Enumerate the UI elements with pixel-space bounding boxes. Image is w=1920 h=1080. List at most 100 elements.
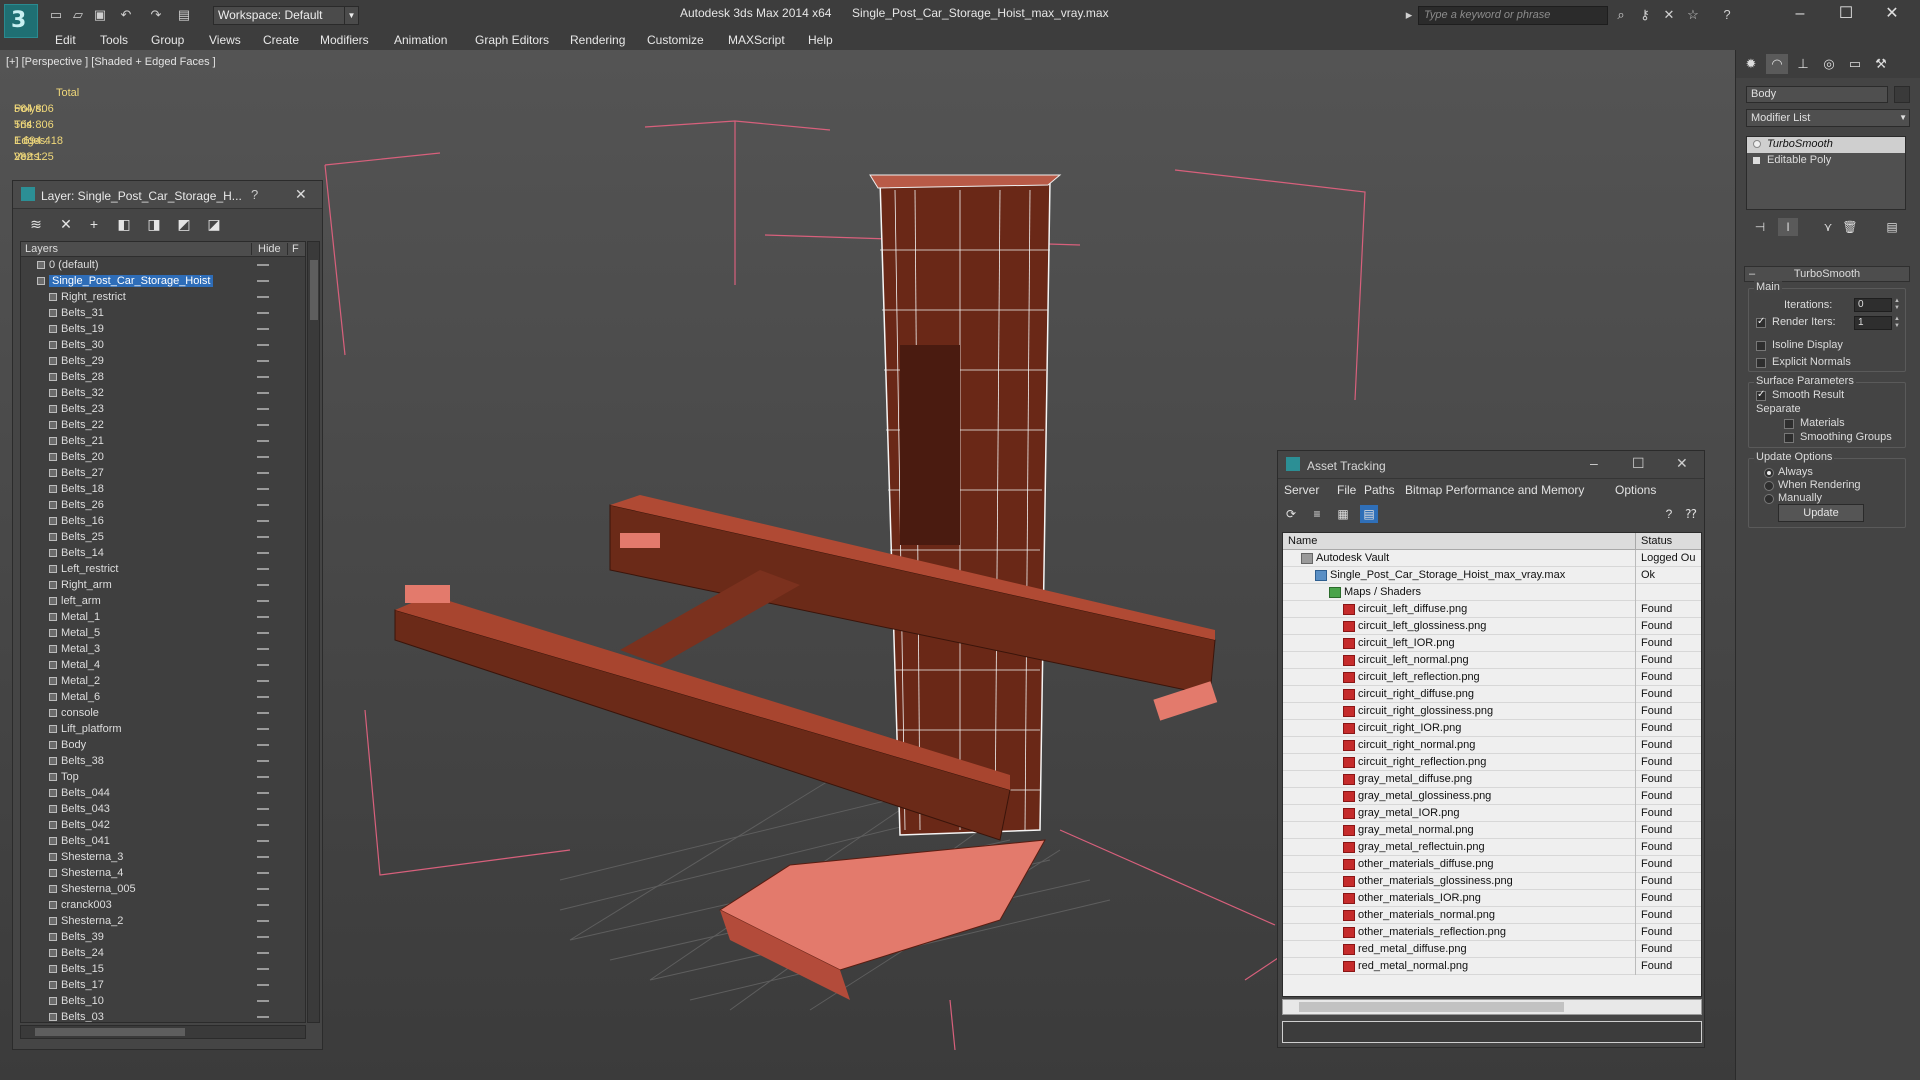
hide-toggle[interactable] [257,664,269,666]
hide-toggle[interactable] [257,312,269,314]
layer-item[interactable]: Belts_28 [21,369,305,385]
hide-toggle[interactable] [257,872,269,874]
object-name-field[interactable]: Body [1746,86,1888,103]
key-icon[interactable]: ⚷ [1636,6,1654,24]
menu-animation[interactable]: Animation [394,33,447,47]
close-icon[interactable]: ✕ [295,186,307,203]
layer-item[interactable]: left_arm [21,593,305,609]
layer-item[interactable]: Metal_2 [21,673,305,689]
show-end-result-icon[interactable]: I [1778,218,1798,236]
layer-item[interactable]: Belts_042 [21,817,305,833]
asset-menu-file[interactable]: File [1337,483,1356,497]
hide-toggle[interactable] [257,392,269,394]
asset-path-field[interactable] [1282,1021,1702,1043]
hide-toggle[interactable] [257,968,269,970]
menu-edit[interactable]: Edit [55,33,76,47]
smoothing-groups-checkbox[interactable] [1784,433,1794,443]
layer-item[interactable]: Shesterna_2 [21,913,305,929]
maximize-button[interactable]: ☐ [1826,3,1866,25]
hide-toggle[interactable] [257,616,269,618]
hide-toggle[interactable] [257,264,269,266]
asset-row[interactable]: other_materials_reflection.png Found [1283,924,1701,941]
layer-item[interactable]: Belts_15 [21,961,305,977]
asset-menu-server[interactable]: Server [1284,483,1319,497]
expand-icon[interactable] [1753,157,1760,164]
hide-toggle[interactable] [257,424,269,426]
layer-item[interactable]: Metal_1 [21,609,305,625]
layer-item[interactable]: Metal_4 [21,657,305,673]
hide-toggle[interactable] [257,520,269,522]
layer-explorer-titlebar[interactable]: Layer: Single_Post_Car_Storage_H... ? ✕ [13,181,322,209]
hide-toggle[interactable] [257,376,269,378]
layer-item[interactable]: Shesterna_4 [21,865,305,881]
hide-toggle[interactable] [257,584,269,586]
explicit-normals-checkbox[interactable] [1756,358,1766,368]
layers-column-header[interactable]: Layers [25,243,58,255]
asset-row[interactable]: other_materials_normal.png Found [1283,907,1701,924]
layer-item[interactable]: Belts_16 [21,513,305,529]
layer-item[interactable]: Belts_043 [21,801,305,817]
binoculars-icon[interactable]: ⌕ [1612,6,1630,24]
save-file-icon[interactable]: ▣ [92,7,108,23]
menu-customize[interactable]: Customize [647,33,704,47]
spinner-arrows-icon[interactable]: ▲ ▼ [1893,316,1901,330]
hide-toggle[interactable] [257,488,269,490]
asset-row[interactable]: circuit_right_diffuse.png Found [1283,686,1701,703]
menu-rendering[interactable]: Rendering [570,33,625,47]
configure-modifier-sets-icon[interactable]: ▤ [1882,218,1902,236]
modifier-list-dropdown[interactable]: Modifier List ▼ [1746,109,1910,127]
layer-item[interactable]: Body [21,737,305,753]
status-column-header[interactable]: Status [1635,533,1672,550]
asset-row[interactable]: other_materials_glossiness.png Found [1283,873,1701,890]
isoline-display-checkbox[interactable] [1756,341,1766,351]
layer-item[interactable]: Belts_32 [21,385,305,401]
motion-tab-icon[interactable]: ◎ [1818,54,1840,74]
hide-toggle[interactable] [257,808,269,810]
hide-toggle[interactable] [257,456,269,458]
when-rendering-radio[interactable] [1764,481,1774,491]
hide-toggle[interactable] [257,536,269,538]
layer-item[interactable]: Belts_24 [21,945,305,961]
menu-views[interactable]: Views [209,33,241,47]
asset-row[interactable]: circuit_right_IOR.png Found [1283,720,1701,737]
hide-toggle[interactable] [257,728,269,730]
asset-row[interactable]: red_metal_normal.png Found [1283,958,1701,975]
asset-row[interactable]: Single_Post_Car_Storage_Hoist_max_vray.m… [1283,567,1701,584]
hide-toggle[interactable] [257,696,269,698]
layer-item[interactable]: Top [21,769,305,785]
asset-row[interactable]: circuit_right_reflection.png Found [1283,754,1701,771]
utilities-tab-icon[interactable]: ⚒ [1870,54,1892,74]
asset-horizontal-scrollbar[interactable] [1282,999,1702,1015]
stack-item-turbosmooth[interactable]: TurboSmooth [1747,137,1905,153]
asset-row[interactable]: Maps / Shaders [1283,584,1701,601]
viewport-label[interactable]: [+] [Perspective ] [Shaded + Edged Faces… [6,56,216,68]
always-radio[interactable] [1764,468,1774,478]
layer-item[interactable]: Belts_20 [21,449,305,465]
freeze-all-layers-icon[interactable]: ◪ [205,215,223,233]
manually-radio[interactable] [1764,494,1774,504]
layer-item[interactable]: console [21,705,305,721]
update-button[interactable]: Update [1778,504,1864,522]
undo-icon[interactable]: ↶ [118,7,134,23]
layer-item[interactable]: Belts_044 [21,785,305,801]
hide-toggle[interactable] [257,632,269,634]
menu-modifiers[interactable]: Modifiers [320,33,369,47]
layer-item[interactable]: Right_arm [21,577,305,593]
asset-menu-paths[interactable]: Paths [1364,483,1395,497]
layer-item[interactable]: 0 (default) [21,257,305,273]
asset-row[interactable]: circuit_left_diffuse.png Found [1283,601,1701,618]
layer-item[interactable]: Belts_23 [21,401,305,417]
scroll-thumb[interactable] [1299,1002,1564,1012]
select-in-layer-icon[interactable]: ◧ [115,215,133,233]
hide-toggle[interactable] [257,904,269,906]
layer-item[interactable]: Belts_18 [21,481,305,497]
play-icon[interactable]: ▸ [1400,6,1418,24]
layer-item[interactable]: Belts_17 [21,977,305,993]
app-logo-icon[interactable]: 3 [4,4,38,38]
hide-toggle[interactable] [257,776,269,778]
hide-toggle[interactable] [257,712,269,714]
create-tab-icon[interactable]: ✹ [1740,54,1762,74]
hide-toggle[interactable] [257,952,269,954]
context-help-icon[interactable]: ⁇ [1682,505,1700,523]
layer-item[interactable]: Metal_6 [21,689,305,705]
